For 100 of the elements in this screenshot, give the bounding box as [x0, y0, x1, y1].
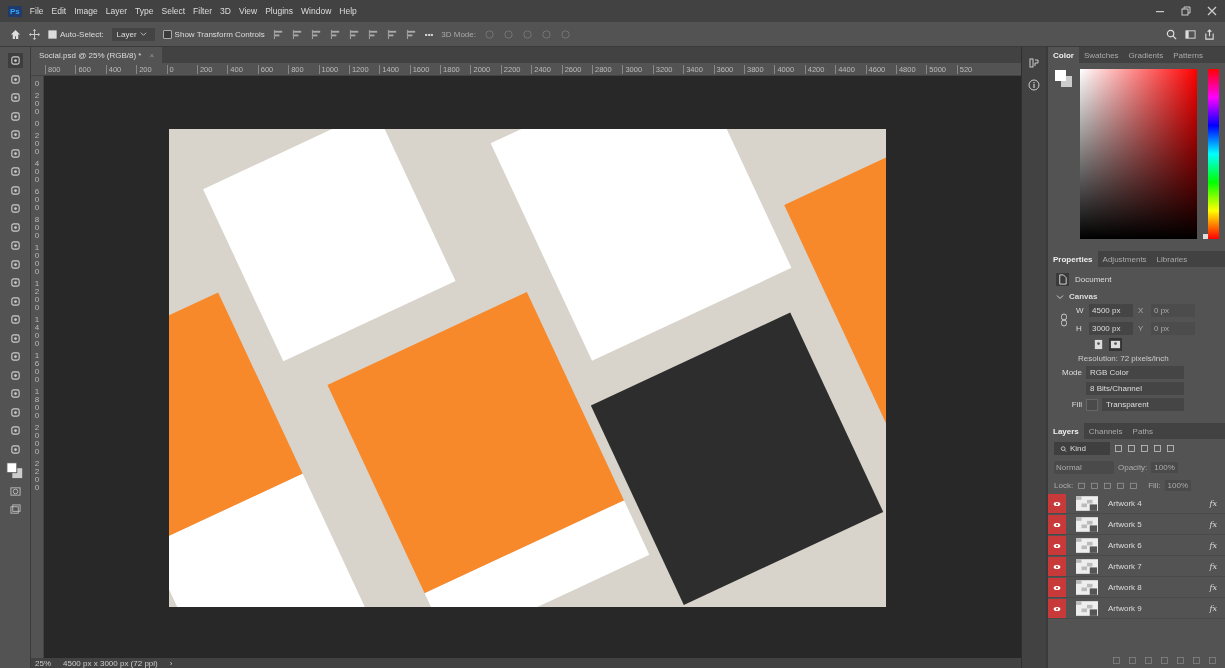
- eye-icon[interactable]: [1053, 584, 1061, 591]
- menu-item[interactable]: Layer: [105, 6, 128, 16]
- effects-icon[interactable]: fx: [1209, 583, 1217, 592]
- field-label: X: [1138, 306, 1145, 315]
- ruler-label: 400: [33, 160, 41, 184]
- mode-label: Mode: [1061, 368, 1082, 377]
- align-left-icon[interactable]: [272, 28, 284, 40]
- layer-thumbnail: [1076, 496, 1098, 511]
- menu-item[interactable]: Plugins: [265, 6, 294, 16]
- share-icon[interactable]: [1204, 28, 1215, 40]
- ruler-label: 1000: [33, 244, 41, 276]
- foreground-background-icon[interactable]: [1054, 69, 1074, 89]
- visibility-toggle[interactable]: [1048, 599, 1066, 618]
- mode-dropdown[interactable]: RGB Color: [1086, 366, 1184, 379]
- effects-icon[interactable]: fx: [1209, 499, 1217, 508]
- info-icon[interactable]: [1028, 79, 1040, 91]
- opacity-label: Opacity:: [1118, 463, 1148, 472]
- layer-row[interactable]: Artwork 9 fx: [1048, 599, 1225, 619]
- bit-depth-dropdown[interactable]: 8 Bits/Channel: [1086, 382, 1184, 395]
- lock-label: Lock:: [1054, 481, 1074, 490]
- portrait-icon[interactable]: [1092, 338, 1105, 351]
- menu-item[interactable]: 3D: [220, 6, 231, 16]
- restore-icon[interactable]: [1181, 6, 1191, 16]
- menu-item[interactable]: File: [29, 6, 44, 16]
- visibility-toggle[interactable]: [1048, 578, 1066, 597]
- fill-dropdown[interactable]: Transparent: [1102, 398, 1184, 411]
- menu-item[interactable]: Help: [339, 6, 357, 16]
- layer-row[interactable]: Artwork 8 fx: [1048, 578, 1225, 598]
- hue-slider[interactable]: [1203, 69, 1219, 239]
- layer-name: Artwork 7: [1108, 562, 1143, 571]
- app-logo: Ps: [8, 5, 22, 17]
- fill-field[interactable]: 100%: [1164, 480, 1192, 491]
- ruler-label: 600: [33, 188, 41, 212]
- dimension-field[interactable]: 4500 px: [1089, 304, 1133, 317]
- fill-swatch[interactable]: [1086, 398, 1098, 411]
- effects-icon[interactable]: fx: [1209, 520, 1217, 529]
- eye-icon[interactable]: [1053, 605, 1061, 612]
- color-swatches-icon[interactable]: [6, 460, 24, 480]
- layer-row[interactable]: Artwork 5 fx: [1048, 515, 1225, 535]
- ruler-label: 2000: [33, 424, 41, 456]
- caret-icon[interactable]: [139, 31, 147, 37]
- status-menu-button[interactable]: ›: [169, 658, 173, 668]
- effects-icon[interactable]: fx: [1209, 541, 1217, 550]
- menu-item[interactable]: View: [238, 6, 258, 16]
- visibility-toggle[interactable]: [1048, 494, 1066, 513]
- effects-icon[interactable]: fx: [1209, 604, 1217, 613]
- visibility-toggle[interactable]: [1048, 557, 1066, 576]
- menu-item[interactable]: Edit: [51, 6, 67, 16]
- menu-item[interactable]: Filter: [193, 6, 212, 16]
- screen-mode-icon[interactable]: [7, 502, 23, 517]
- panel-tab[interactable]: Gradients: [1123, 47, 1169, 63]
- field-label: Y: [1138, 324, 1145, 333]
- layer-row[interactable]: Artwork 4 fx: [1048, 494, 1225, 514]
- eye-icon[interactable]: [1053, 542, 1061, 549]
- transform-controls-checkbox[interactable]: [162, 29, 172, 39]
- layer-name: Artwork 6: [1108, 541, 1143, 550]
- panel-tab[interactable]: Layers: [1048, 423, 1084, 439]
- ruler-label: 200: [33, 92, 41, 116]
- panel-tab[interactable]: Libraries: [1151, 251, 1193, 267]
- panel-tab[interactable]: Paths: [1127, 423, 1159, 439]
- ruler-label: 2200: [33, 460, 41, 492]
- visibility-toggle[interactable]: [1048, 536, 1066, 555]
- menu-item[interactable]: Window: [301, 6, 332, 16]
- eye-icon[interactable]: [1053, 521, 1061, 528]
- color-field[interactable]: [1080, 69, 1198, 239]
- auto-select-checkbox[interactable]: [48, 29, 57, 39]
- eye-icon[interactable]: [1053, 500, 1061, 507]
- layer-filter-dropdown[interactable]: Kind: [1054, 442, 1110, 455]
- layer-name: Artwork 9: [1108, 604, 1143, 613]
- panel-tab[interactable]: Adjustments: [1097, 251, 1152, 267]
- history-icon[interactable]: [1028, 57, 1040, 69]
- panel-tab[interactable]: Properties: [1048, 251, 1098, 267]
- layer-thumbnail: [1076, 580, 1098, 595]
- panel-tab[interactable]: Color: [1048, 47, 1079, 63]
- panel-tab[interactable]: Channels: [1083, 423, 1128, 439]
- chevron-icon[interactable]: [1056, 292, 1064, 301]
- document-tab[interactable]: Social.psd @ 25% (RGB/8) * ×: [31, 47, 163, 63]
- panel-tab[interactable]: Swatches: [1078, 47, 1124, 63]
- visibility-toggle[interactable]: [1048, 515, 1066, 534]
- layer-row[interactable]: Artwork 7 fx: [1048, 557, 1225, 577]
- eye-icon[interactable]: [1053, 563, 1061, 570]
- close-icon[interactable]: [1207, 6, 1217, 16]
- target-dropdown[interactable]: Layer: [111, 27, 155, 41]
- layer-row[interactable]: Artwork 6 fx: [1048, 536, 1225, 556]
- fill-label: Fill:: [1148, 481, 1161, 490]
- menu-item[interactable]: Type: [135, 6, 154, 16]
- ruler-label: 1600: [33, 352, 41, 384]
- menu-item[interactable]: Image: [74, 6, 98, 16]
- landscape-icon[interactable]: [1109, 338, 1122, 351]
- field-label: H: [1076, 324, 1083, 333]
- home-icon[interactable]: [10, 28, 21, 40]
- panel-tab[interactable]: Patterns: [1168, 47, 1209, 63]
- document-icon: [1056, 273, 1069, 286]
- effects-icon[interactable]: fx: [1209, 562, 1217, 571]
- hue-thumb[interactable]: [1203, 234, 1209, 239]
- more-options-button[interactable]: •••: [424, 29, 434, 39]
- menu-item[interactable]: Select: [161, 6, 186, 16]
- search-icon[interactable]: [1166, 28, 1177, 40]
- workspace-icon[interactable]: [1185, 28, 1196, 40]
- dimension-field[interactable]: 3000 px: [1089, 322, 1133, 335]
